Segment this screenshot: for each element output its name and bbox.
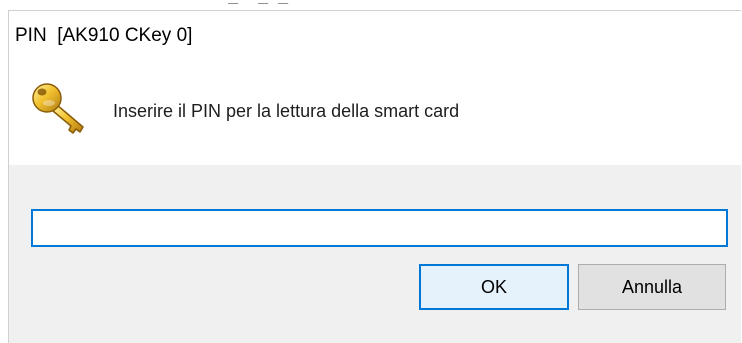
key-icon bbox=[32, 83, 84, 134]
ok-button[interactable]: OK bbox=[419, 264, 569, 310]
cancel-button[interactable]: Annulla bbox=[578, 264, 726, 310]
dialog-message: Inserire il PIN per la lettura della sma… bbox=[113, 101, 460, 121]
screen: ▁▂▁▁▂▁▂▁▁▁ PIN [AK910 CKey 0] Inser bbox=[0, 0, 742, 343]
pin-dialog: PIN [AK910 CKey 0] Inserire il PIN per l… bbox=[8, 10, 741, 343]
background-text-fragment: ▁▂▁▁▂▁▂▁▁▁ bbox=[218, 0, 298, 4]
dialog-title: PIN [AK910 CKey 0] bbox=[15, 25, 193, 46]
dialog-titlebar[interactable]: PIN [AK910 CKey 0] bbox=[9, 11, 741, 59]
dialog-content: Inserire il PIN per la lettura della sma… bbox=[9, 59, 741, 165]
dialog-footer: OK Annulla bbox=[9, 165, 741, 343]
background-window-strip: ▁▂▁▁▂▁▂▁▁▁ bbox=[0, 0, 742, 10]
pin-input[interactable] bbox=[31, 209, 728, 247]
